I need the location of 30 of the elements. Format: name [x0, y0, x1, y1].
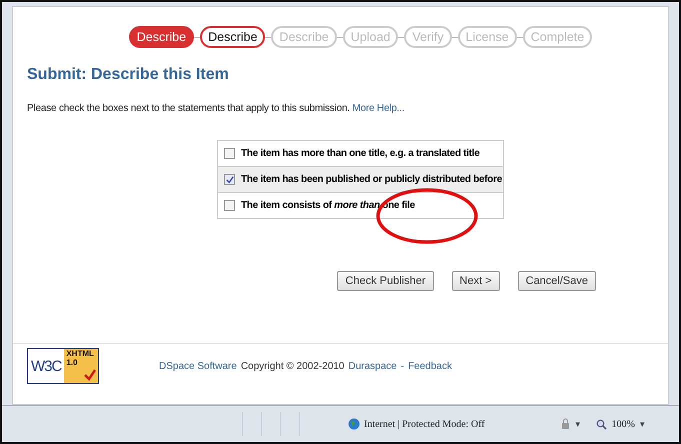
form-button[interactable]: Cancel/Save: [518, 271, 596, 291]
statement-text: The item has been published or publicly distributed before: [241, 174, 502, 185]
zoom-icon[interactable]: [596, 418, 607, 430]
progress-step: Describe: [200, 26, 266, 48]
feedback-link[interactable]: Feedback: [408, 360, 452, 372]
form-button[interactable]: Next >: [452, 271, 500, 291]
checkbox[interactable]: [224, 148, 235, 159]
duraspace-link[interactable]: Duraspace: [348, 360, 397, 372]
security-zone-text: Internet | Protected Mode: Off: [364, 418, 485, 430]
progress-step: License: [458, 26, 517, 48]
help-link[interactable]: More Help...: [352, 103, 404, 114]
statement-text: The item has more than one title, e.g. a translated title: [241, 148, 480, 159]
globe-icon: [348, 418, 360, 430]
caret-icon[interactable]: ▾: [640, 419, 645, 429]
xhtml-badge: W3C XHTML 1.0: [27, 348, 99, 384]
dspace-link[interactable]: DSpace Software: [159, 360, 237, 372]
separator-text: -: [400, 360, 404, 372]
checkbox[interactable]: [224, 174, 235, 185]
progress-step: Upload: [342, 26, 398, 48]
progress-step: Complete: [522, 26, 592, 48]
progress-step: Describe: [128, 26, 194, 48]
copyright-text: Copyright © 2002-2010: [240, 360, 344, 372]
caret-icon[interactable]: ▾: [576, 419, 581, 429]
zoom-level[interactable]: 100%: [612, 418, 635, 430]
checkbox[interactable]: [224, 200, 235, 211]
instructions-text: Please check the boxes next to the statements that apply to this submission.: [27, 103, 350, 114]
form-button[interactable]: Check Publisher: [337, 271, 434, 291]
progress-step: Verify: [404, 26, 452, 48]
progress-step: Describe: [271, 26, 337, 48]
page-title: Submit: Describe this Item: [27, 66, 230, 84]
